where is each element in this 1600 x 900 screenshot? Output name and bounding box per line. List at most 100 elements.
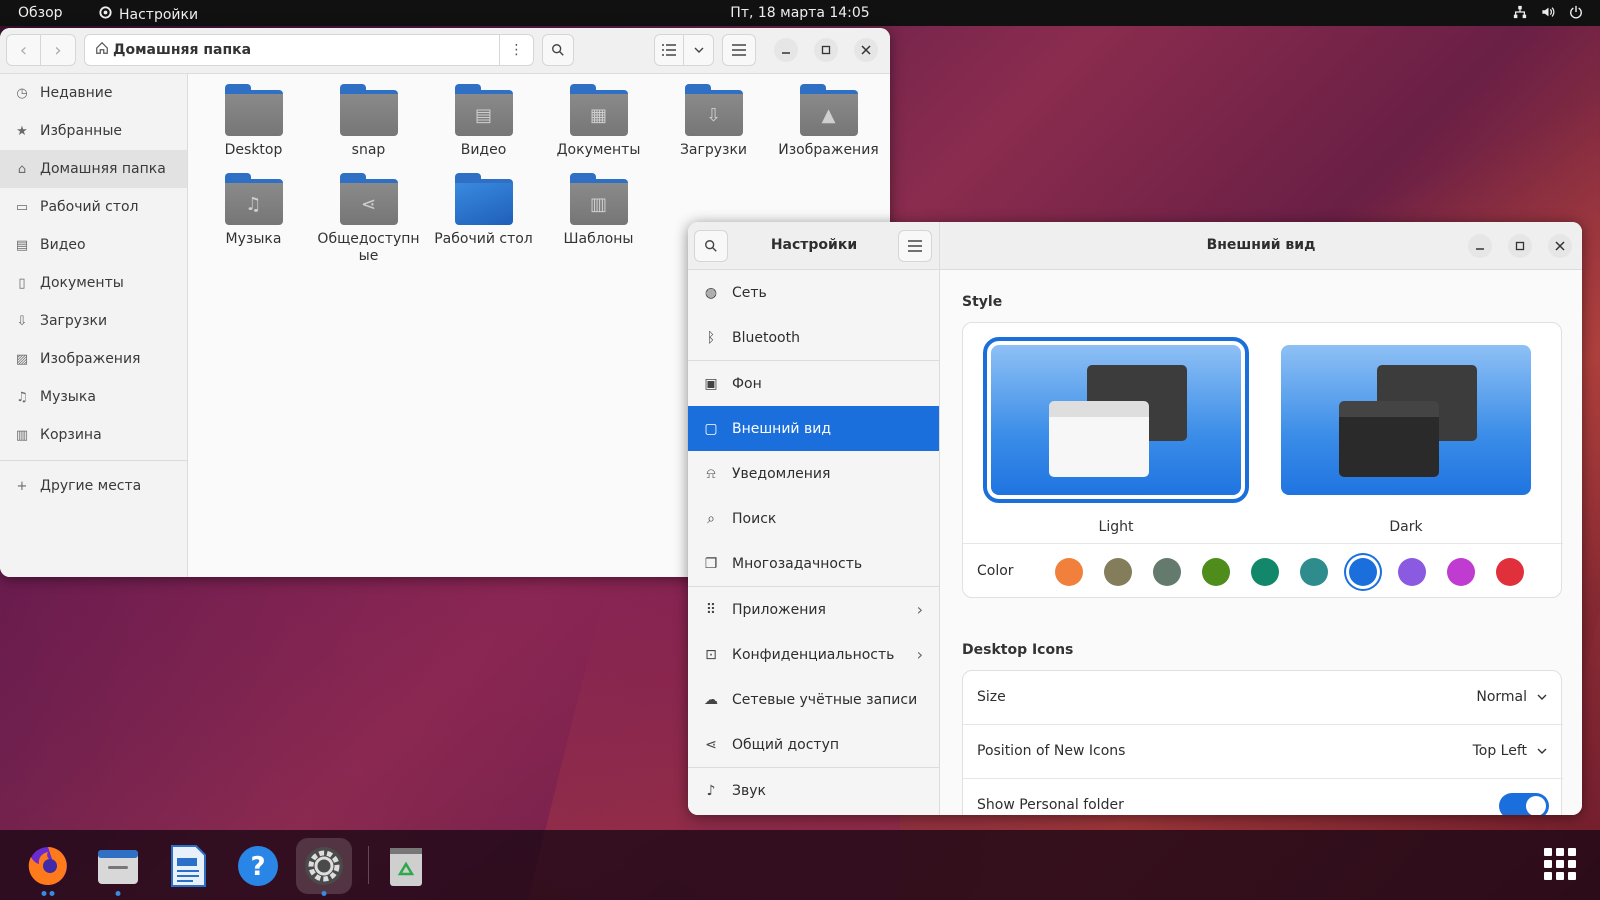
sidebar-item[interactable]: ▯ Документы — [0, 264, 187, 302]
settings-nav-item[interactable]: ▢ Внешний вид — [688, 406, 939, 451]
sidebar-item[interactable]: ◷ Недавние — [0, 74, 187, 112]
settings-nav-label: Сетевые учётные записи — [732, 691, 918, 708]
icon-position-dropdown[interactable]: Top Left — [1473, 743, 1547, 759]
personal-folder-toggle[interactable] — [1499, 793, 1549, 815]
folder-item[interactable]: ▤ Видео — [426, 84, 541, 159]
maximize-button[interactable] — [1508, 234, 1532, 258]
path-bar[interactable]: Домашняя папка ⋮ — [84, 34, 534, 66]
accent-color-swatch[interactable] — [1251, 558, 1279, 586]
dark-style-option[interactable] — [1281, 345, 1531, 495]
light-style-option[interactable] — [983, 337, 1249, 503]
dock: ? — [0, 830, 1600, 900]
sidebar-item[interactable]: + Другие места — [0, 467, 187, 505]
folder-item[interactable]: ⇩ Загрузки — [656, 84, 771, 159]
settings-nav-item[interactable]: ⋖ Общий доступ — [688, 722, 939, 767]
accent-color-swatch[interactable] — [1202, 558, 1230, 586]
volume-icon[interactable] — [1540, 4, 1556, 20]
trash-launcher[interactable] — [378, 838, 434, 894]
bluetooth-icon: ᛒ — [706, 329, 716, 346]
firefox-launcher[interactable] — [20, 838, 76, 896]
appearance-panel: Внешний вид Style Light Dark Color Deskt… — [940, 222, 1582, 815]
accent-color-swatch[interactable] — [1055, 558, 1083, 586]
files-search-button[interactable] — [542, 34, 574, 66]
files-main-menu-button[interactable] — [722, 34, 756, 66]
gear-icon — [305, 847, 343, 885]
back-button[interactable]: ‹ — [6, 34, 41, 66]
accent-color-swatch[interactable] — [1104, 558, 1132, 586]
accent-color-swatch[interactable] — [1300, 558, 1328, 586]
accent-color-swatch[interactable] — [1398, 558, 1426, 586]
close-button[interactable] — [854, 38, 878, 62]
activities-button[interactable]: Обзор — [18, 5, 63, 21]
writer-launcher[interactable] — [160, 838, 216, 894]
sidebar-item[interactable]: ♫ Музыка — [0, 378, 187, 416]
color-label: Color — [977, 563, 1014, 579]
folder-item[interactable]: Desktop — [196, 84, 311, 159]
files-launcher[interactable] — [90, 838, 146, 896]
settings-nav-item[interactable]: ⠿ Приложения › — [688, 587, 939, 632]
folder-item[interactable]: ▥ Шаблоны — [541, 173, 656, 265]
maximize-button[interactable] — [814, 38, 838, 62]
settings-nav-item[interactable]: ◍ Сеть — [688, 270, 939, 315]
accent-color-swatch[interactable] — [1496, 558, 1524, 586]
accent-color-swatch[interactable] — [1447, 558, 1475, 586]
folder-item[interactable]: ♫ Музыка — [196, 173, 311, 265]
app-menu-label: Настройки — [119, 6, 199, 23]
sidebar-item[interactable]: ⌂ Домашняя папка — [0, 150, 187, 188]
settings-launcher[interactable] — [296, 838, 352, 896]
folder-item[interactable]: snap — [311, 84, 426, 159]
sidebar-item[interactable]: ▭ Рабочий стол — [0, 188, 187, 226]
settings-nav-label: Внешний вид — [732, 420, 832, 437]
sidebar-item[interactable]: ▤ Видео — [0, 226, 187, 264]
accent-color-swatch[interactable] — [1153, 558, 1181, 586]
settings-nav-label: Bluetooth — [732, 329, 800, 346]
dock-separator — [368, 846, 369, 884]
settings-nav-item[interactable]: ☁ Сетевые учётные записи — [688, 677, 939, 722]
settings-menu-button[interactable] — [898, 230, 932, 262]
lock-icon: ⊡ — [705, 646, 717, 663]
window-controls — [1468, 234, 1572, 258]
view-options-button[interactable] — [684, 34, 714, 66]
chevron-right-icon: › — [916, 645, 923, 664]
icon-size-row[interactable]: Size Normal — [963, 671, 1563, 725]
close-button[interactable] — [1548, 234, 1572, 258]
icon-position-row[interactable]: Position of New Icons Top Left — [963, 725, 1563, 779]
forward-button[interactable]: › — [41, 34, 76, 66]
folder-label: Документы — [556, 142, 641, 158]
light-style-label: Light — [1098, 519, 1134, 535]
show-apps-button[interactable] — [1544, 848, 1576, 880]
folder-icon: ♫ — [224, 173, 283, 225]
system-tray[interactable] — [1512, 4, 1584, 20]
settings-nav-item[interactable]: ❐ Многозадачность — [688, 541, 939, 586]
clock[interactable]: Пт, 18 марта 14:05 — [730, 5, 869, 21]
accent-color-swatch[interactable] — [1349, 558, 1377, 586]
settings-nav-item[interactable]: ⌕ Поиск — [688, 496, 939, 541]
minimize-button[interactable] — [774, 38, 798, 62]
help-launcher[interactable]: ? — [230, 838, 286, 894]
sidebar-item[interactable]: ▨ Изображения — [0, 340, 187, 378]
settings-nav-item[interactable]: ♪ Звук — [688, 768, 939, 813]
document-icon: ▯ — [18, 275, 26, 291]
settings-nav-item[interactable]: ⍾ Уведомления — [688, 451, 939, 496]
sidebar-item[interactable]: ⇩ Загрузки — [0, 302, 187, 340]
list-view-button[interactable] — [654, 34, 684, 66]
power-icon[interactable] — [1568, 4, 1584, 20]
settings-nav-item[interactable]: ▣ Фон — [688, 361, 939, 406]
sidebar-item[interactable]: ▥ Корзина — [0, 416, 187, 454]
folder-item[interactable]: Рабочий стол — [426, 173, 541, 265]
sidebar-item[interactable]: ★ Избранные — [0, 112, 187, 150]
navigation-buttons: ‹ › — [6, 34, 76, 66]
folder-item[interactable]: ▲ Изображения — [771, 84, 886, 159]
folder-item[interactable]: ⋖ Общедоступные — [311, 173, 426, 265]
settings-nav-item[interactable]: ⊡ Конфиденциальность › — [688, 632, 939, 677]
sidebar-separator — [0, 460, 187, 461]
icon-size-dropdown[interactable]: Normal — [1476, 689, 1547, 705]
app-menu[interactable]: Настройки — [98, 5, 198, 24]
network-icon[interactable] — [1512, 4, 1528, 20]
minimize-button[interactable] — [1468, 234, 1492, 258]
path-menu-button[interactable]: ⋮ — [499, 35, 533, 65]
folder-label: Видео — [460, 142, 507, 158]
settings-nav-item[interactable]: ᛒ Bluetooth — [688, 315, 939, 360]
music-icon: ♫ — [16, 389, 28, 405]
folder-item[interactable]: ▦ Документы — [541, 84, 656, 159]
